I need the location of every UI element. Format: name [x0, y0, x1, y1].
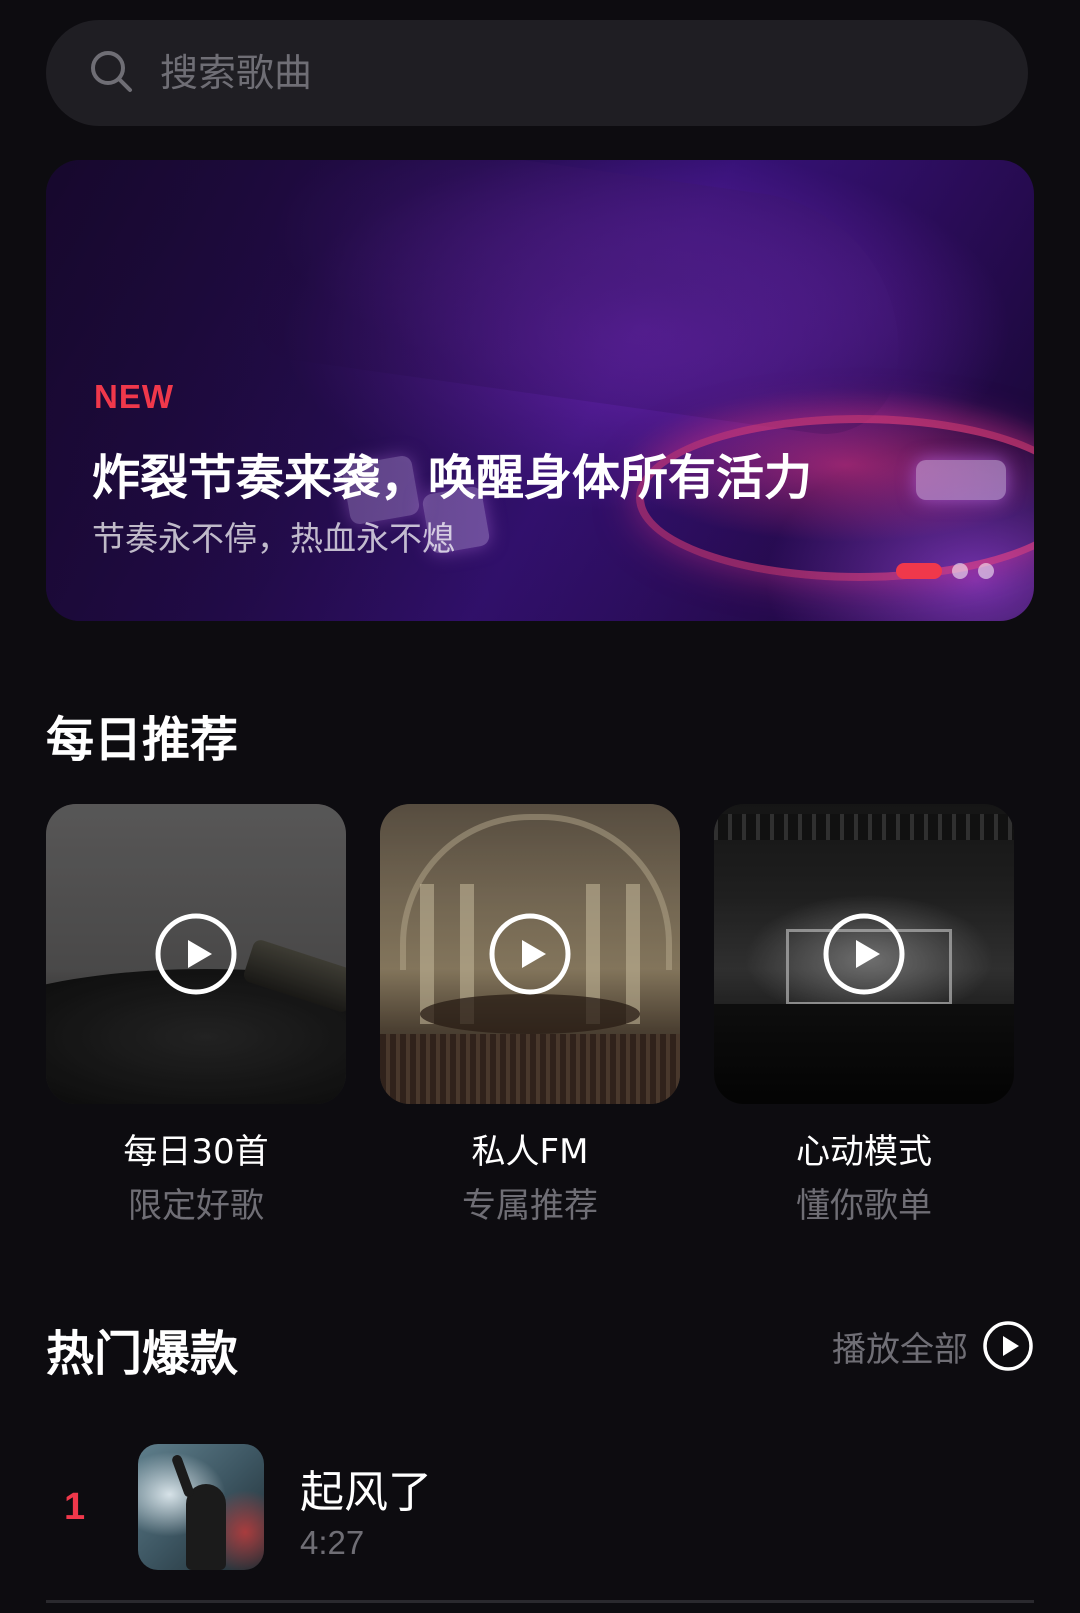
- card-title: 心动模式: [796, 1132, 932, 1172]
- search-input[interactable]: [158, 50, 962, 96]
- play-all-button[interactable]: 播放全部: [832, 1320, 1034, 1372]
- card-heartbeat-mode[interactable]: 心动模式 懂你歌单: [714, 804, 1014, 1226]
- search-bar[interactable]: [46, 20, 1028, 126]
- section-title-hot: 热门爆款: [46, 1326, 239, 1382]
- card-title: 私人FM: [471, 1132, 589, 1172]
- song-rank: 1: [64, 1486, 86, 1528]
- card-subtitle: 懂你歌单: [796, 1186, 932, 1226]
- list-divider: [46, 1600, 1034, 1603]
- banner-pagination: [896, 563, 994, 579]
- banner-tag: NEW: [94, 378, 174, 415]
- performer-art: [186, 1484, 226, 1570]
- card-private-fm[interactable]: 私人FM 专属推荐: [380, 804, 680, 1226]
- song-cover[interactable]: [138, 1444, 264, 1570]
- song-title: 起风了: [300, 1467, 432, 1518]
- hero-banner[interactable]: NEW 炸裂节奏来袭，唤醒身体所有活力 节奏永不停，热血永不熄: [46, 160, 1034, 621]
- card-title: 每日30首: [123, 1132, 269, 1172]
- song-duration: 4:27: [300, 1524, 365, 1561]
- play-circle-icon[interactable]: [488, 912, 572, 996]
- card-subtitle: 专属推荐: [462, 1186, 598, 1226]
- play-circle-icon[interactable]: [822, 912, 906, 996]
- card-subtitle: 限定好歌: [128, 1186, 264, 1226]
- banner-dot[interactable]: [952, 563, 968, 579]
- banner-title: 炸裂节奏来袭，唤醒身体所有活力: [92, 450, 813, 506]
- search-icon: [88, 48, 134, 98]
- card-cover[interactable]: [380, 804, 680, 1104]
- performer-arm-art: [170, 1453, 196, 1499]
- play-circle-icon[interactable]: [982, 1320, 1034, 1372]
- banner-subtitle: 节奏永不停，热血永不熄: [92, 519, 455, 558]
- card-cover[interactable]: [714, 804, 1014, 1104]
- section-title-daily: 每日推荐: [46, 712, 239, 768]
- song-row[interactable]: 1 起风了 4:27: [46, 1444, 1034, 1574]
- banner-dot-active[interactable]: [896, 563, 942, 579]
- card-cover[interactable]: [46, 804, 346, 1104]
- music-home-page: NEW 炸裂节奏来袭，唤醒身体所有活力 节奏永不停，热血永不熄 每日推荐 每日3…: [0, 0, 1080, 1613]
- card-daily-30[interactable]: 每日30首 限定好歌: [46, 804, 346, 1226]
- play-circle-icon[interactable]: [154, 912, 238, 996]
- banner-dot[interactable]: [978, 563, 994, 579]
- play-all-label: 播放全部: [832, 1329, 968, 1370]
